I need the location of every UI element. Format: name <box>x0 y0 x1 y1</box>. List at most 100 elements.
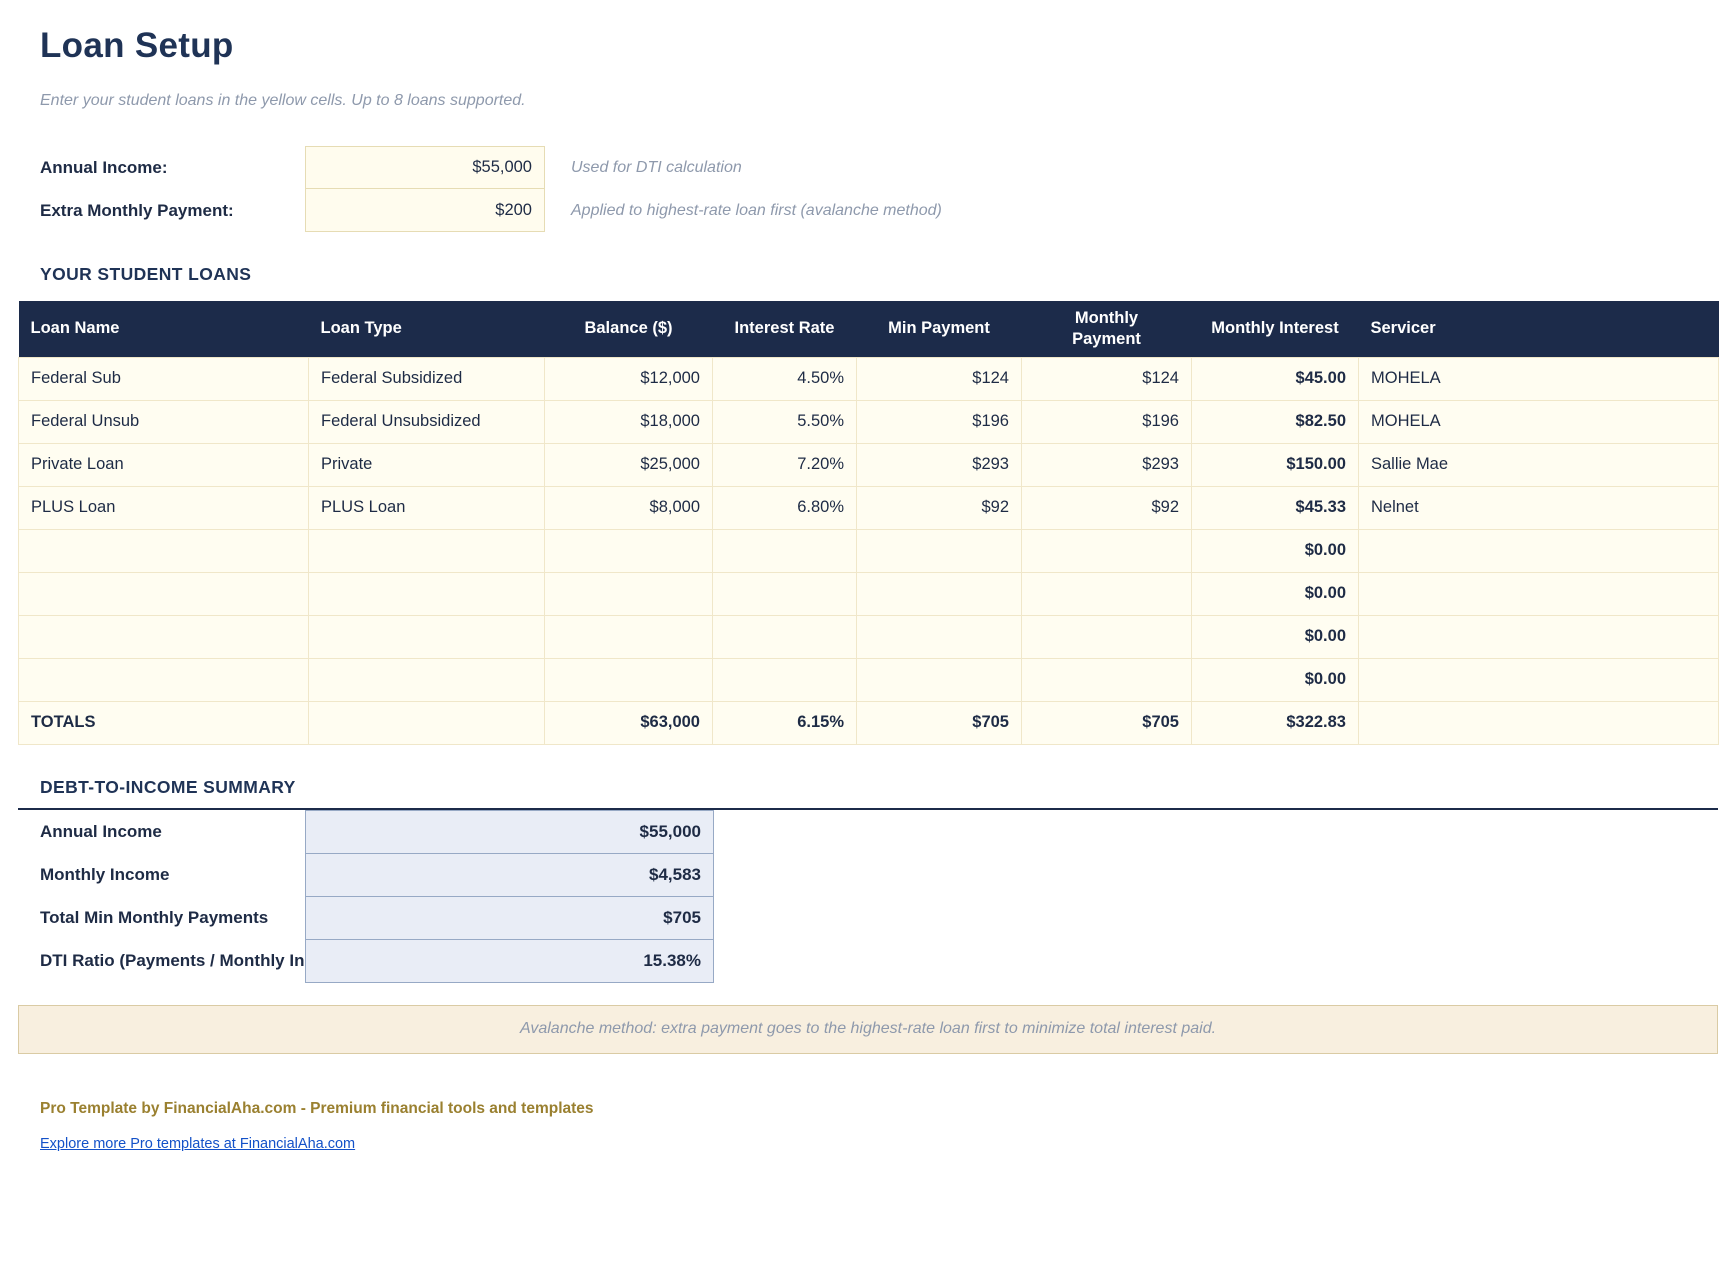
totals-min-payment: $705 <box>857 701 1022 744</box>
loan-name-cell[interactable] <box>19 572 309 615</box>
loan-balance-cell[interactable]: $18,000 <box>545 400 713 443</box>
loan-servicer-cell[interactable] <box>1359 615 1719 658</box>
loan-servicer-cell[interactable]: MOHELA <box>1359 400 1719 443</box>
loan-type-cell[interactable]: Private <box>309 443 545 486</box>
loan-row-empty: $0.00 <box>19 615 1719 658</box>
loan-name-cell[interactable] <box>19 529 309 572</box>
footer-credit: Pro Template by FinancialAha.com - Premi… <box>40 1100 1718 1118</box>
avalanche-method-text: Avalanche method: extra payment goes to … <box>520 1020 1216 1038</box>
col-header-servicer: Servicer <box>1359 301 1719 357</box>
loan-type-cell[interactable] <box>309 658 545 701</box>
loan-type-cell[interactable]: Federal Subsidized <box>309 357 545 400</box>
loan-rate-cell[interactable] <box>713 615 857 658</box>
loan-row-empty: $0.00 <box>19 529 1719 572</box>
loan-monthly-interest-cell: $45.33 <box>1192 486 1359 529</box>
loan-min-payment-cell[interactable]: $92 <box>857 486 1022 529</box>
loan-name-cell[interactable] <box>19 658 309 701</box>
loan-balance-cell[interactable]: $12,000 <box>545 357 713 400</box>
loan-rate-cell[interactable]: 7.20% <box>713 443 857 486</box>
loan-balance-cell[interactable]: $25,000 <box>545 443 713 486</box>
loan-monthly-payment-cell[interactable] <box>1022 529 1192 572</box>
loan-balance-cell[interactable] <box>545 529 713 572</box>
annual-income-input[interactable]: $55,000 <box>305 146 545 189</box>
loan-min-payment-cell[interactable] <box>857 658 1022 701</box>
loan-rate-cell[interactable]: 5.50% <box>713 400 857 443</box>
loan-min-payment-cell[interactable] <box>857 572 1022 615</box>
loan-row: Federal Sub Federal Subsidized $12,000 4… <box>19 357 1719 400</box>
dti-value-dti-ratio: 15.38% <box>306 939 714 982</box>
loan-monthly-payment-cell[interactable] <box>1022 615 1192 658</box>
loan-name-cell[interactable] <box>19 615 309 658</box>
loan-monthly-payment-cell[interactable]: $196 <box>1022 400 1192 443</box>
income-inputs: Annual Income: $55,000 Used for DTI calc… <box>40 146 1718 232</box>
dti-value-monthly-income: $4,583 <box>306 853 714 896</box>
dti-label-annual-income: Annual Income <box>40 810 306 853</box>
annual-income-note: Used for DTI calculation <box>571 146 742 189</box>
totals-empty-cell <box>309 701 545 744</box>
loan-servicer-cell[interactable] <box>1359 572 1719 615</box>
loan-servicer-cell[interactable] <box>1359 529 1719 572</box>
col-header-loan-type: Loan Type <box>309 301 545 357</box>
loan-rate-cell[interactable]: 6.80% <box>713 486 857 529</box>
loan-balance-cell[interactable] <box>545 615 713 658</box>
loan-monthly-interest-cell: $0.00 <box>1192 572 1359 615</box>
loan-servicer-cell[interactable]: Nelnet <box>1359 486 1719 529</box>
loan-row-empty: $0.00 <box>19 658 1719 701</box>
totals-label: TOTALS <box>19 701 309 744</box>
loan-row: Federal Unsub Federal Unsubsidized $18,0… <box>19 400 1719 443</box>
totals-row: TOTALS $63,000 6.15% $705 $705 $322.83 <box>19 701 1719 744</box>
page-title: Loan Setup <box>40 24 1696 68</box>
totals-monthly-interest: $322.83 <box>1192 701 1359 744</box>
loan-rate-cell[interactable] <box>713 572 857 615</box>
dti-row: Total Min Monthly Payments $705 <box>40 896 714 939</box>
totals-empty-cell <box>1359 701 1719 744</box>
extra-payment-label: Extra Monthly Payment: <box>40 189 305 232</box>
extra-payment-note: Applied to highest-rate loan first (aval… <box>571 189 942 232</box>
loan-rate-cell[interactable]: 4.50% <box>713 357 857 400</box>
loan-type-cell[interactable]: Federal Unsubsidized <box>309 400 545 443</box>
loan-monthly-payment-cell[interactable]: $124 <box>1022 357 1192 400</box>
loan-rate-cell[interactable] <box>713 658 857 701</box>
loans-header-row: Loan Name Loan Type Balance ($) Interest… <box>19 301 1719 357</box>
loan-type-cell[interactable]: PLUS Loan <box>309 486 545 529</box>
loan-min-payment-cell[interactable]: $124 <box>857 357 1022 400</box>
loan-monthly-payment-cell[interactable] <box>1022 658 1192 701</box>
extra-payment-row: Extra Monthly Payment: $200 Applied to h… <box>40 189 1718 232</box>
annual-income-label: Annual Income: <box>40 146 305 189</box>
col-header-monthly-payment-text: Monthly Payment <box>1061 308 1153 350</box>
loan-servicer-cell[interactable]: MOHELA <box>1359 357 1719 400</box>
loan-rate-cell[interactable] <box>713 529 857 572</box>
loan-monthly-interest-cell: $0.00 <box>1192 615 1359 658</box>
col-header-monthly-payment: Monthly Payment <box>1022 301 1192 357</box>
dti-row: DTI Ratio (Payments / Monthly Income) 15… <box>40 939 714 982</box>
totals-rate: 6.15% <box>713 701 857 744</box>
loan-min-payment-cell[interactable]: $293 <box>857 443 1022 486</box>
loan-name-cell[interactable]: PLUS Loan <box>19 486 309 529</box>
loan-monthly-payment-cell[interactable]: $92 <box>1022 486 1192 529</box>
loan-balance-cell[interactable] <box>545 658 713 701</box>
col-header-min-payment: Min Payment <box>857 301 1022 357</box>
dti-label-text: Monthly Income <box>40 865 305 885</box>
loan-min-payment-cell[interactable] <box>857 529 1022 572</box>
loan-balance-cell[interactable] <box>545 572 713 615</box>
loan-name-cell[interactable]: Federal Unsub <box>19 400 309 443</box>
page-subtitle: Enter your student loans in the yellow c… <box>40 92 1696 110</box>
loan-servicer-cell[interactable]: Sallie Mae <box>1359 443 1719 486</box>
extra-payment-input[interactable]: $200 <box>305 189 545 232</box>
loans-table: Loan Name Loan Type Balance ($) Interest… <box>18 301 1719 745</box>
loan-servicer-cell[interactable] <box>1359 658 1719 701</box>
loan-monthly-interest-cell: $82.50 <box>1192 400 1359 443</box>
loan-name-cell[interactable]: Private Loan <box>19 443 309 486</box>
dti-label-total-min-payments: Total Min Monthly Payments <box>40 896 306 939</box>
loan-name-cell[interactable]: Federal Sub <box>19 357 309 400</box>
loan-monthly-payment-cell[interactable] <box>1022 572 1192 615</box>
loan-monthly-payment-cell[interactable]: $293 <box>1022 443 1192 486</box>
loan-min-payment-cell[interactable] <box>857 615 1022 658</box>
loan-type-cell[interactable] <box>309 615 545 658</box>
loan-min-payment-cell[interactable]: $196 <box>857 400 1022 443</box>
loan-type-cell[interactable] <box>309 529 545 572</box>
loan-balance-cell[interactable]: $8,000 <box>545 486 713 529</box>
loan-type-cell[interactable] <box>309 572 545 615</box>
dti-value-annual-income: $55,000 <box>306 810 714 853</box>
footer-link[interactable]: Explore more Pro templates at FinancialA… <box>40 1136 355 1152</box>
